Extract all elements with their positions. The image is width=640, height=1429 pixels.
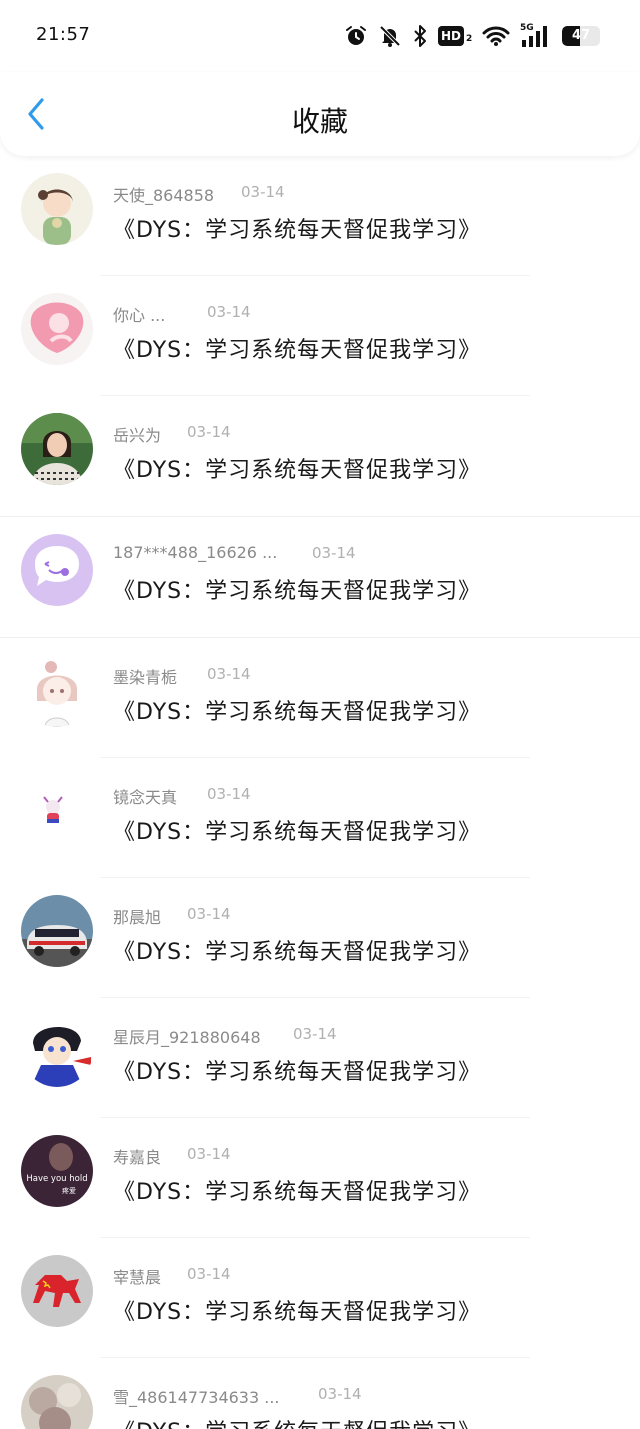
alarm-icon — [344, 24, 368, 48]
item-title[interactable]: 《DYS：学习系统每天督促我学习》 — [113, 1054, 481, 1086]
item-title[interactable]: 《DYS：学习系统每天督促我学习》 — [113, 1294, 481, 1326]
avatar[interactable] — [21, 293, 93, 365]
item-title[interactable]: 《DYS：学习系统每天督促我学习》 — [113, 1414, 481, 1429]
battery-icon: 47 — [562, 26, 600, 46]
mute-bell-icon — [378, 24, 402, 48]
favorite-item[interactable]: Have you hold 疼爱 寿嘉良 03-14 《DYS：学习系统每天督促我学习》 — [0, 1118, 640, 1238]
avatar[interactable]: Have you hold 疼爱 — [21, 1135, 93, 1207]
item-username: 那晨旭 — [113, 908, 162, 927]
item-date: 03-14 — [207, 303, 251, 321]
header: 收藏 — [0, 72, 640, 156]
item-title[interactable]: 《DYS：学习系统每天督促我学习》 — [113, 814, 481, 846]
favorite-item[interactable]: 岳兴为 03-14 《DYS：学习系统每天督促我学习》 — [0, 396, 640, 517]
item-username: 寿嘉良 — [113, 1148, 162, 1167]
item-date: 03-14 — [187, 905, 231, 923]
item-title[interactable]: 《DYS：学习系统每天督促我学习》 — [113, 694, 481, 726]
item-date: 03-14 — [187, 1265, 231, 1283]
item-username: 岳兴为 — [113, 426, 162, 445]
avatar[interactable] — [21, 173, 93, 245]
item-title[interactable]: 《DYS：学习系统每天督促我学习》 — [113, 934, 481, 966]
favorites-screen: 21:57 HD 2 5G 47 收藏 天使_864858 03-14 《DYS… — [0, 0, 640, 1429]
favorite-item[interactable]: 你心 ... 03-14 《DYS：学习系统每天督促我学习》 — [0, 276, 640, 396]
item-username: 镜念天真 — [113, 788, 178, 807]
hd-sub-label: 2 — [466, 34, 473, 44]
item-username: 星辰月_921880648 — [113, 1028, 261, 1047]
item-title[interactable]: 《DYS：学习系统每天督促我学习》 — [113, 452, 481, 484]
avatar[interactable] — [21, 413, 93, 485]
item-title[interactable]: 《DYS：学习系统每天督促我学习》 — [113, 212, 481, 244]
avatar[interactable] — [21, 1255, 93, 1327]
item-username: 雪_486147734633 ... — [113, 1388, 280, 1407]
item-date: 03-14 — [207, 665, 251, 683]
page-title: 收藏 — [291, 105, 348, 138]
hd-label: HD — [438, 26, 464, 46]
bluetooth-icon — [412, 24, 428, 48]
item-date: 03-14 — [293, 1025, 337, 1043]
favorite-item[interactable]: 镜念天真 03-14 《DYS：学习系统每天督促我学习》 — [0, 758, 640, 878]
wifi-icon — [482, 25, 510, 47]
avatar[interactable] — [21, 775, 93, 847]
avatar-caption-cn: 疼爱 — [62, 1186, 76, 1195]
item-date: 03-14 — [187, 1145, 231, 1163]
avatar-caption: Have you hold — [26, 1174, 87, 1184]
avatar[interactable] — [21, 655, 93, 727]
item-username: 墨染青栀 — [113, 668, 178, 687]
avatar[interactable] — [21, 534, 93, 606]
favorite-item[interactable]: 天使_864858 03-14 《DYS：学习系统每天督促我学习》 — [0, 156, 640, 276]
item-date: 03-14 — [241, 183, 285, 201]
item-username: 187***488_16626 ... — [113, 543, 278, 562]
status-icons: HD 2 5G 47 — [344, 22, 600, 50]
item-username: 天使_864858 — [113, 186, 215, 205]
favorite-item[interactable]: 星辰月_921880648 03-14 《DYS：学习系统每天督促我学习》 — [0, 998, 640, 1118]
5g-signal-icon: 5G — [520, 23, 552, 49]
avatar[interactable] — [21, 1375, 93, 1429]
item-date: 03-14 — [207, 785, 251, 803]
favorite-item[interactable]: 那晨旭 03-14 《DYS：学习系统每天督促我学习》 — [0, 878, 640, 998]
favorite-item[interactable]: 墨染青栀 03-14 《DYS：学习系统每天督促我学习》 — [0, 638, 640, 758]
status-time: 21:57 — [36, 24, 91, 45]
item-title[interactable]: 《DYS：学习系统每天督促我学习》 — [113, 332, 481, 364]
item-title[interactable]: 《DYS：学习系统每天督促我学习》 — [113, 573, 481, 605]
avatar[interactable] — [21, 895, 93, 967]
battery-level: 47 — [571, 28, 591, 43]
item-date: 03-14 — [318, 1385, 362, 1403]
favorite-item[interactable]: 187***488_16626 ... 03-14 《DYS：学习系统每天督促我学习… — [0, 517, 640, 638]
item-date: 03-14 — [187, 423, 231, 441]
item-title[interactable]: 《DYS：学习系统每天督促我学习》 — [113, 1174, 481, 1206]
favorite-item[interactable]: 雪_486147734633 ... 03-14 《DYS：学习系统每天督促我学习》 — [0, 1358, 640, 1429]
hd2-icon: HD 2 — [438, 25, 472, 47]
item-username: 你心 ... — [113, 306, 166, 325]
item-username: 宰慧晨 — [113, 1268, 162, 1287]
status-bar: 21:57 HD 2 5G 47 — [0, 0, 640, 72]
favorites-list: 天使_864858 03-14 《DYS：学习系统每天督促我学习》 你心 ... 03-… — [0, 156, 640, 1429]
item-date: 03-14 — [312, 544, 356, 562]
avatar[interactable] — [21, 1015, 93, 1087]
favorite-item[interactable]: 宰慧晨 03-14 《DYS：学习系统每天督促我学习》 — [0, 1238, 640, 1358]
